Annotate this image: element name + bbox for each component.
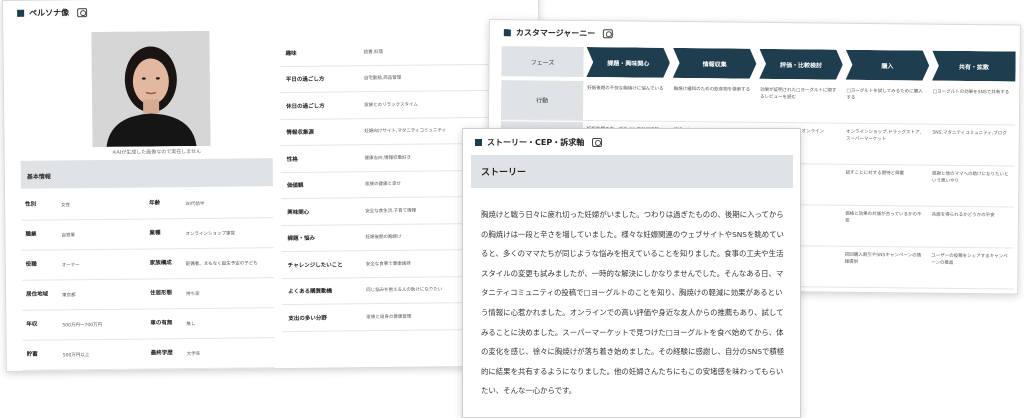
title-marker (503, 29, 511, 37)
persona-photo (91, 30, 211, 148)
basic-info-table: 性別 女性 年齢 30代前半 職業 自営業 業種 オンラインショップ運営 役職 オーナー … (20, 188, 275, 371)
table-row: 年収 500万円〜700万円 車の有無 無し (22, 308, 275, 341)
journey-row-action: 行動 妊娠後期の不快な胸焼けに悩んでいる 胸焼け緩和のための飲食物を検索する 効… (500, 80, 1016, 126)
phase-row: フェーズ 課題・興味関心 情報収集 評価・比較検討 購入 共有・拡散 (501, 46, 1015, 81)
basic-info-header: 基本情報 (20, 158, 273, 189)
table-row: 性別 女性 年齢 30代前半 (20, 188, 274, 221)
story-heading: ストーリー (471, 155, 793, 188)
image-icon[interactable] (603, 29, 614, 39)
image-icon[interactable] (592, 138, 603, 147)
phase-label: フェーズ (501, 46, 584, 77)
story-card: ストーリー・CEP・訴求軸 ストーリー 胸焼けと戦う日々に疲れ切った妊婦がいまし… (462, 128, 801, 418)
title-marker (475, 139, 482, 146)
persona-title: ペルソナ像 (17, 7, 88, 19)
table-row: 職業 自営業 業種 オンラインショップ運営 (21, 218, 274, 251)
story-title: ストーリー・CEP・訴求軸 (475, 137, 603, 148)
phase-step: 共有・拡散 (932, 51, 1016, 82)
table-row: 貯蓄 500万円以上 最終学歴 大学卒 (22, 338, 275, 371)
phase-step: 課題・興味関心 (586, 47, 670, 78)
image-icon[interactable] (77, 8, 88, 18)
journey-title: カスタマージャーニー (503, 27, 614, 39)
table-row: 役職 オーナー 家族構成 配偶者、まもなく誕生予定の子ども (21, 248, 274, 281)
phase-step: 情報収集 (673, 48, 757, 79)
title-marker (17, 9, 25, 17)
table-row: 居住地域 東京都 住居形態 持ち家 (21, 278, 275, 311)
phase-step: 購入 (846, 50, 930, 81)
phase-step: 評価・比較検討 (759, 49, 843, 80)
photo-note: ※AIが生成した画像なので実在しません (112, 148, 202, 156)
story-body: 胸焼けと戦う日々に疲れ切った妊婦がいました。つわりは過ぎたものの、後期に入ってか… (481, 210, 785, 396)
